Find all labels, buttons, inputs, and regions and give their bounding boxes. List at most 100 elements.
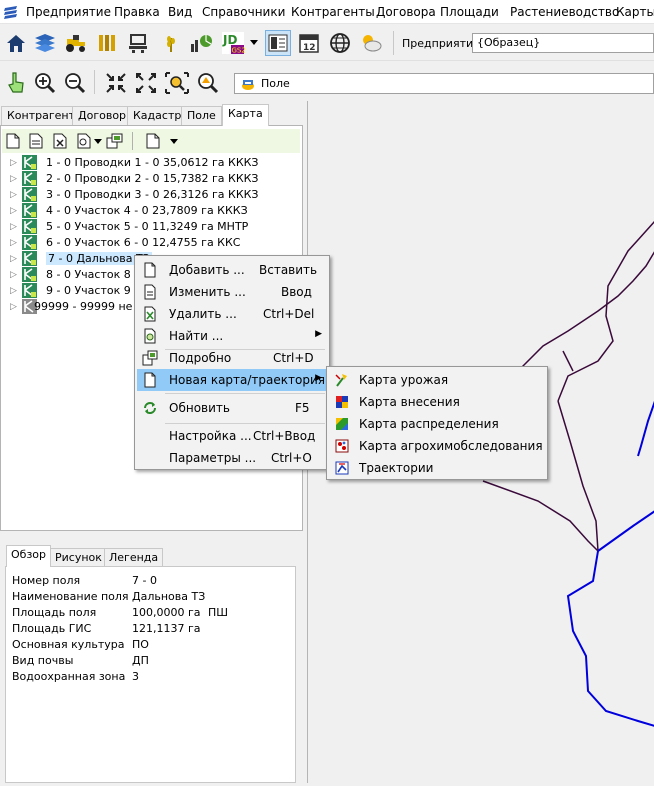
expand-arrow-icon[interactable]: ▷ [10, 286, 17, 296]
refresh-icon [144, 402, 156, 414]
info-label-field-area: Площадь поля [12, 606, 97, 619]
submenu-application-map[interactable]: Карта внесения [329, 391, 545, 413]
delete-doc-icon[interactable] [53, 133, 67, 149]
tree-item[interactable]: ▷ 4 - 0 Участок 4 - 0 23,7809 га КККЗ [10, 203, 300, 219]
submenu-harvest-map[interactable]: Карта урожая [329, 369, 545, 391]
select-tool-button[interactable] [3, 70, 29, 96]
expand-arrow-icon[interactable]: ▷ [10, 206, 17, 216]
agrochem-map-icon [335, 439, 349, 453]
ctx-refresh[interactable]: Обновить F5 [137, 397, 327, 419]
expand-arrow-icon[interactable]: ▷ [10, 302, 17, 312]
expand-arrow-icon[interactable]: ▷ [10, 222, 17, 232]
ctx-details[interactable]: Подробно Ctrl+D [137, 347, 327, 369]
menu-contracts[interactable]: Договора [376, 5, 436, 19]
ctx-edit[interactable]: Изменить ... Ввод [137, 281, 327, 303]
zoom-in-button[interactable] [32, 70, 58, 96]
find-doc-icon[interactable] [77, 133, 91, 149]
tab-field[interactable]: Поле [181, 106, 222, 125]
expand-view-button[interactable] [133, 70, 159, 96]
tree-item[interactable]: ▷ 99999 - 99999 не [10, 299, 134, 315]
tree-item-label: 5 - 0 Участок 5 - 0 11,3249 га МНТР [46, 220, 249, 233]
expand-arrow-icon[interactable]: ▷ [10, 158, 17, 168]
expand-arrow-icon[interactable]: ▷ [10, 254, 17, 264]
expand-arrow-icon[interactable]: ▷ [10, 270, 17, 280]
tree-toolbar [2, 129, 300, 153]
tree-item[interactable]: ▷ 6 - 0 Участок 6 - 0 12,4755 га ККС [10, 235, 300, 251]
home-button[interactable] [3, 30, 29, 56]
tractor-button[interactable] [63, 30, 89, 56]
jd-dropdown-button[interactable] [247, 30, 261, 56]
layer-select[interactable]: Поле [234, 73, 654, 94]
menu-maps[interactable]: Карты [616, 5, 654, 19]
ctx-delete[interactable]: Удалить ... Ctrl+Del [137, 303, 327, 325]
new-map-dropdown-icon[interactable] [170, 139, 178, 145]
new-map-icon[interactable] [146, 133, 160, 149]
submenu-arrow-icon: ▶ [315, 373, 322, 383]
field-boundary-line [482, 480, 599, 552]
expand-arrow-icon[interactable]: ▷ [10, 190, 17, 200]
jd-gs2-button[interactable]: JD GS2 [220, 30, 246, 56]
weather-button[interactable] [358, 30, 384, 56]
submenu-distribution-map[interactable]: Карта распределения [329, 413, 545, 435]
find-dropdown-icon[interactable] [94, 139, 102, 145]
tab-contract[interactable]: Договор [72, 106, 133, 125]
details-icon [142, 350, 158, 366]
tab-cadastre[interactable]: Кадастр [127, 106, 188, 125]
calendar-icon: 12 [299, 34, 319, 53]
tree-item-label: 8 - 0 Участок 8 - [46, 268, 139, 281]
panel-splitter[interactable] [0, 531, 303, 540]
submenu-agrochem-map[interactable]: Карта агрохимобследования [329, 435, 545, 457]
tree-item[interactable]: ▷ 5 - 0 Участок 5 - 0 11,3249 га МНТР [10, 219, 300, 235]
tree-item[interactable]: ▷ 3 - 0 Проводки 3 - 0 26,3126 га КККЗ [10, 187, 300, 203]
edit-doc-icon[interactable] [29, 133, 43, 149]
zoom-extent-button[interactable] [164, 70, 190, 96]
field-water-line [566, 550, 654, 727]
enterprise-field[interactable]: {Образец} [472, 33, 654, 53]
panel-toggle-button[interactable] [265, 30, 291, 56]
ctx-new-map-trajectory[interactable]: Новая карта/траектория ▶ [137, 369, 327, 391]
tree-item[interactable]: ▷ 2 - 0 Проводки 2 - 0 15,7382 га КККЗ [10, 171, 300, 187]
menu-crop-production[interactable]: Растениеводство [510, 5, 619, 19]
calendar-button[interactable]: 12 [296, 30, 322, 56]
menu-counterparties[interactable]: Контрагенты [291, 5, 375, 19]
tab-overview[interactable]: Обзор [6, 545, 52, 567]
info-value-field-name: Дальнова ТЗ [132, 590, 206, 603]
field-map-icon [22, 171, 37, 186]
menu-enterprise[interactable]: Предприятие [26, 5, 111, 19]
zoom-object-button[interactable] [195, 70, 221, 96]
zoom-out-button[interactable] [62, 70, 88, 96]
ctx-settings[interactable]: Настройка ... Ctrl+Ввод [137, 425, 327, 447]
tree-item[interactable]: ▷ 1 - 0 Проводки 1 - 0 35,0612 га КККЗ [10, 155, 300, 171]
menu-directories[interactable]: Справочники [202, 5, 285, 19]
details-icon[interactable] [106, 133, 124, 149]
tree-item[interactable]: ▷ 8 - 0 Участок 8 - [10, 267, 138, 283]
menu-edit[interactable]: Правка [114, 5, 160, 19]
collapse-view-button[interactable] [103, 70, 129, 96]
tubes-button[interactable] [94, 30, 120, 56]
stats-button[interactable] [188, 30, 214, 56]
expand-arrow-icon[interactable]: ▷ [10, 238, 17, 248]
tab-map[interactable]: Карта [222, 104, 269, 126]
zoom-in-icon [35, 73, 56, 94]
app-logo-icon [4, 6, 17, 19]
globe-button[interactable] [327, 30, 353, 56]
ctx-parameters[interactable]: Параметры ... Ctrl+O [137, 447, 327, 469]
info-value-main-crop: ПО [132, 638, 149, 651]
layers-button[interactable] [32, 30, 58, 56]
delete-doc-icon [144, 306, 156, 322]
wheat-icon [167, 36, 175, 52]
workstation-button[interactable] [125, 30, 151, 56]
menu-areas[interactable]: Площади [440, 5, 499, 19]
tab-counterparty[interactable]: Контрагент [1, 106, 82, 125]
crop-button[interactable] [158, 30, 184, 56]
field-boundary-line [557, 400, 599, 552]
menu-view[interactable]: Вид [168, 5, 192, 19]
new-doc-icon[interactable] [6, 133, 20, 149]
tab-legend[interactable]: Легенда [104, 548, 164, 566]
tree-item[interactable]: ▷ 9 - 0 Участок 9 - [10, 283, 138, 299]
ctx-add[interactable]: Добавить ... Вставить [137, 259, 327, 281]
submenu-trajectories[interactable]: Траектории [329, 457, 545, 479]
tab-picture[interactable]: Рисунок [50, 548, 107, 566]
ctx-find[interactable]: Найти ... ▶ [137, 325, 327, 347]
expand-arrow-icon[interactable]: ▷ [10, 174, 17, 184]
